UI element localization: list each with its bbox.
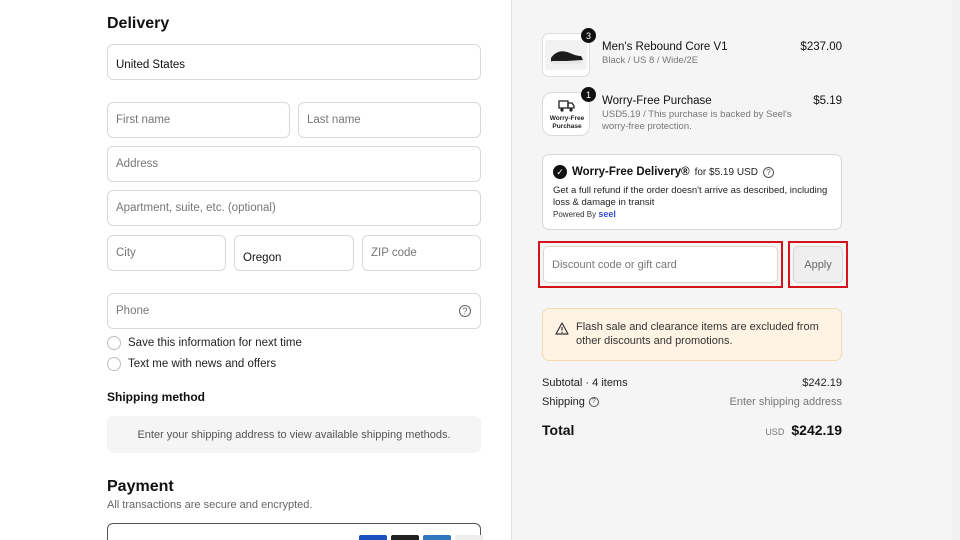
apartment-field[interactable]: Apartment, suite, etc. (optional) [107, 190, 481, 226]
discount-code-highlight: Discount code or gift card [538, 241, 783, 288]
address-placeholder: Address [116, 158, 159, 170]
state-select[interactable]: Oregon [234, 235, 354, 271]
save-info-label: Save this information for next time [128, 337, 302, 349]
product-name: Worry-Free Purchase [602, 95, 712, 107]
zip-placeholder: ZIP code [371, 247, 417, 259]
product-price: $237.00 [800, 41, 842, 53]
apartment-placeholder: Apartment, suite, etc. (optional) [116, 202, 276, 214]
shipping-method-heading: Shipping method [107, 390, 205, 404]
mastercard-card-icon [391, 535, 419, 540]
apply-button[interactable]: Apply [793, 246, 843, 283]
seel-description: Get a full refund if the order doesn't a… [553, 185, 828, 208]
first-name-field[interactable]: First name [107, 102, 290, 138]
amex-card-icon [423, 535, 451, 540]
last-name-placeholder: Last name [307, 114, 361, 126]
seel-price: for $5.19 USD [694, 166, 758, 178]
text-me-checkbox[interactable]: Text me with news and offers [107, 357, 276, 371]
product-thumbnail: 3 [542, 28, 596, 77]
worry-free-thumbnail: Worry-Free Purchase 1 [542, 87, 596, 136]
checked-icon[interactable]: ✓ [553, 165, 567, 179]
discount-notice: Flash sale and clearance items are exclu… [542, 308, 842, 361]
quantity-badge: 3 [581, 28, 596, 43]
country-select[interactable]: United States [107, 44, 481, 80]
save-info-checkbox[interactable]: Save this information for next time [107, 336, 302, 350]
scrollbar-thumb[interactable] [953, 0, 959, 540]
total-row: Total USD $242.19 [542, 422, 842, 438]
visa-card-icon [359, 535, 387, 540]
more-cards-icon [455, 535, 483, 540]
text-me-label: Text me with news and offers [128, 358, 277, 370]
checkbox-icon[interactable] [107, 336, 121, 350]
worry-free-delivery-card[interactable]: ✓ Worry-Free Delivery® for $5.19 USD ? G… [542, 154, 842, 230]
subtotal-row: Subtotal · 4 items $242.19 [542, 377, 842, 389]
phone-placeholder: Phone [116, 305, 150, 317]
subtotal-label: Subtotal · 4 items [542, 377, 628, 389]
shipping-value: Enter shipping address [729, 396, 842, 408]
help-icon[interactable]: ? [762, 166, 774, 178]
discount-placeholder: Discount code or gift card [552, 258, 677, 271]
seel-title: Worry-Free Delivery® [572, 166, 690, 178]
city-placeholder: City [116, 247, 136, 259]
shipping-label: Shipping [542, 396, 585, 408]
payment-heading: Payment [107, 478, 174, 495]
phone-field[interactable]: Phone ? [107, 293, 481, 329]
address-field[interactable]: Address [107, 146, 481, 182]
help-icon[interactable]: ? [459, 305, 471, 317]
payment-subtitle: All transactions are secure and encrypte… [107, 499, 313, 511]
last-name-field[interactable]: Last name [298, 102, 481, 138]
shipping-method-info: Enter your shipping address to view avai… [107, 416, 481, 453]
product-variant: Black / US 8 / Wide/2E [602, 55, 699, 66]
delivery-heading: Delivery [107, 15, 170, 32]
subtotal-value: $242.19 [802, 377, 842, 389]
payment-method-credit-card[interactable] [107, 523, 483, 540]
product-variant: USD5.19 / This purchase is backed by See… [602, 109, 792, 132]
zip-field[interactable]: ZIP code [362, 235, 481, 271]
city-field[interactable]: City [107, 235, 226, 271]
quantity-badge: 1 [581, 87, 596, 102]
notice-text: Flash sale and clearance items are exclu… [576, 321, 819, 347]
discount-code-input[interactable]: Discount code or gift card [543, 246, 778, 283]
apply-label: Apply [804, 258, 832, 271]
help-icon[interactable]: ? [588, 397, 599, 407]
apply-highlight: Apply [788, 241, 848, 288]
warning-icon [555, 322, 569, 335]
product-price: $5.19 [813, 95, 842, 107]
worry-free-thumb-text: Worry-Free Purchase [549, 115, 585, 130]
state-value: Oregon [243, 251, 282, 264]
total-value: $242.19 [791, 422, 842, 438]
product-name: Men's Rebound Core V1 [602, 41, 728, 53]
shipping-row: Shipping ? Enter shipping address [542, 396, 842, 408]
checkbox-icon[interactable] [107, 357, 121, 371]
checkout-form-panel: Delivery United States First name Last n… [0, 0, 511, 540]
first-name-placeholder: First name [116, 114, 171, 126]
shipping-info-text: Enter your shipping address to view avai… [137, 428, 451, 441]
total-currency: USD [765, 427, 785, 437]
total-label: Total [542, 422, 575, 438]
country-value: United States [116, 59, 186, 71]
seel-brand-logo: seel [598, 209, 616, 219]
seel-powered-by: Powered By [553, 210, 597, 219]
scrollbar[interactable] [952, 0, 960, 540]
